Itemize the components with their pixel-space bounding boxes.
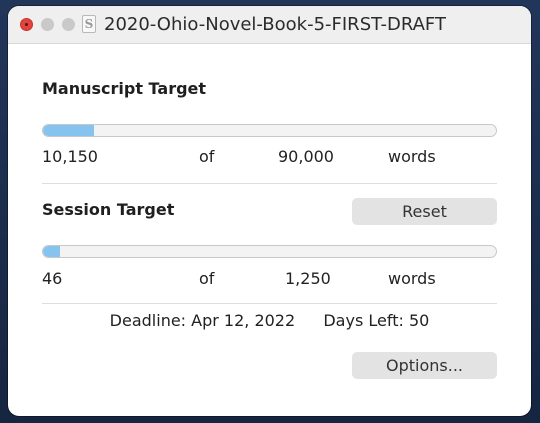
session-progress-bar — [42, 245, 497, 258]
session-target-heading: Session Target — [42, 200, 175, 219]
document-icon: S — [82, 15, 96, 33]
reset-button[interactable]: Reset — [352, 198, 497, 225]
manuscript-target-count[interactable]: 90,000 — [278, 147, 334, 166]
deadline-text: Deadline: Apr 12, 2022 — [109, 311, 296, 330]
session-unit-label: words — [388, 269, 436, 288]
manuscript-of-label: of — [199, 147, 215, 166]
session-of-label: of — [199, 269, 215, 288]
days-left-text: Days Left: 50 — [323, 311, 430, 330]
minimize-button[interactable] — [41, 18, 54, 31]
close-button[interactable] — [20, 18, 33, 31]
session-progress-fill — [43, 246, 60, 257]
manuscript-progress-bar — [42, 124, 497, 137]
window-title: 2020-Ohio-Novel-Book-5-FIRST-DRAFT — [104, 14, 446, 35]
session-current-count: 46 — [42, 269, 63, 288]
maximize-button[interactable] — [62, 18, 75, 31]
manuscript-current-count: 10,150 — [42, 147, 98, 166]
deadline-row: Deadline: Apr 12, 2022 Days Left: 50 — [8, 311, 531, 330]
manuscript-progress-fill — [43, 125, 95, 136]
session-target-count[interactable]: 1,250 — [285, 269, 331, 288]
manuscript-unit-label: words — [388, 147, 436, 166]
options-button[interactable]: Options... — [352, 352, 497, 379]
section-divider — [42, 303, 497, 304]
section-divider — [42, 183, 497, 184]
title-bar[interactable]: S 2020-Ohio-Novel-Book-5-FIRST-DRAFT — [8, 6, 531, 44]
manuscript-target-heading: Manuscript Target — [42, 79, 207, 98]
project-targets-window: S 2020-Ohio-Novel-Book-5-FIRST-DRAFT Man… — [8, 6, 531, 416]
